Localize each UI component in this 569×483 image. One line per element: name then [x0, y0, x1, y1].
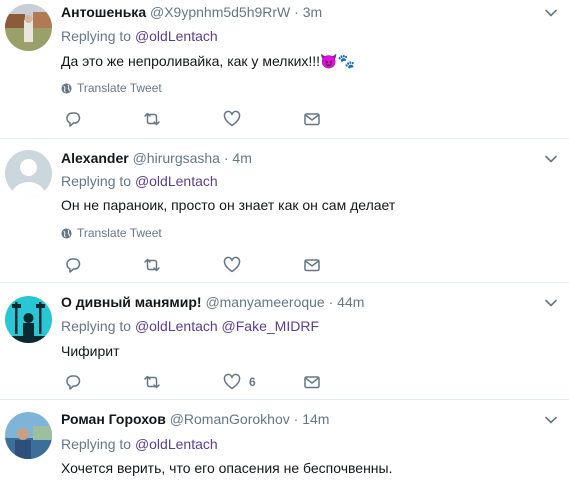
translate-link[interactable]: Translate Tweet: [61, 225, 162, 241]
avatar[interactable]: [5, 296, 52, 343]
timestamp[interactable]: 44m: [337, 294, 364, 310]
tweet-header: Роман Горохов @RomanGorokhov · 14m: [61, 410, 329, 428]
tweet-text: Он не параноик, просто он знает как он с…: [61, 197, 396, 213]
tweet-header: Антошенька @X9ypnhm5d5h9RrW · 3m: [61, 3, 322, 21]
user-name[interactable]: Роман Горохов: [61, 411, 166, 427]
like-button[interactable]: [223, 109, 249, 129]
globe-icon: [61, 227, 72, 239]
user-handle[interactable]: @hirurgsasha: [133, 150, 220, 166]
retweet-icon: [144, 375, 160, 389]
user-handle[interactable]: @manyameeroque: [205, 294, 324, 310]
user-handle[interactable]: @X9ypnhm5d5h9RrW: [150, 4, 290, 20]
retweet-icon: [144, 112, 160, 126]
tweet[interactable]: О дивный манямир! @manyameeroque · 44m R…: [0, 283, 569, 400]
tweet-text: Да это же непроливайка, как у мелких!!!😈…: [61, 53, 355, 69]
replying-to: Replying to @oldLentach: [61, 435, 218, 453]
direct-message-button[interactable]: [303, 255, 321, 275]
reply-icon: [66, 375, 81, 390]
replying-label: Replying to: [61, 173, 132, 189]
replying-label: Replying to: [61, 436, 132, 452]
tweet-actions: [61, 255, 341, 275]
separator-dot: ·: [294, 4, 299, 20]
retweet-button[interactable]: [143, 255, 161, 275]
reply-button[interactable]: [64, 372, 82, 392]
user-name[interactable]: Антошенька: [61, 4, 146, 20]
translate-label: Translate Tweet: [77, 226, 162, 240]
replying-to: Replying to @oldLentach: [61, 172, 218, 190]
tweet[interactable]: Alexander @hirurgsasha · 4m Replying to …: [0, 139, 569, 283]
replying-to: Replying to @oldLentach: [61, 27, 218, 45]
replying-to: Replying to @oldLentach @Fake_MIDRF: [61, 317, 319, 335]
retweet-button[interactable]: [143, 109, 161, 129]
like-icon: [223, 256, 241, 273]
message-icon: [304, 376, 320, 389]
reply-icon: [66, 112, 81, 127]
tweet[interactable]: Антошенька @X9ypnhm5d5h9RrW · 3m Replyin…: [0, 0, 569, 139]
translate-label: Translate Tweet: [77, 81, 162, 95]
like-button[interactable]: 6: [223, 372, 256, 392]
tweet-text: Хочется верить, что его опасения не бесп…: [61, 460, 393, 476]
chevron-down-icon[interactable]: [544, 296, 558, 310]
avatar[interactable]: [5, 412, 52, 459]
like-count: 6: [249, 375, 256, 389]
timestamp[interactable]: 4m: [232, 150, 251, 166]
tweet-text: Чифирит: [61, 343, 120, 359]
tweet-header: О дивный манямир! @manyameeroque · 44m: [61, 293, 364, 311]
reply-button[interactable]: [64, 109, 82, 129]
mention-link[interactable]: @oldLentach: [135, 173, 218, 189]
direct-message-button[interactable]: [303, 372, 321, 392]
chevron-down-icon[interactable]: [544, 413, 558, 427]
direct-message-button[interactable]: [303, 109, 321, 129]
chevron-down-icon[interactable]: [544, 152, 558, 166]
tweet[interactable]: Роман Горохов @RomanGorokhov · 14m Reply…: [0, 400, 569, 483]
user-handle[interactable]: @RomanGorokhov: [170, 411, 290, 427]
user-name[interactable]: О дивный манямир!: [61, 294, 202, 310]
like-icon: [223, 373, 241, 390]
chevron-down-icon[interactable]: [544, 6, 558, 20]
user-name[interactable]: Alexander: [61, 150, 129, 166]
replying-label: Replying to: [61, 28, 132, 44]
separator-dot: ·: [328, 294, 334, 310]
retweet-icon: [144, 258, 160, 272]
like-icon: [223, 110, 241, 127]
like-button[interactable]: [223, 255, 249, 275]
translate-link[interactable]: Translate Tweet: [61, 80, 162, 96]
avatar[interactable]: [5, 4, 52, 51]
timestamp[interactable]: 3m: [303, 4, 322, 20]
separator-dot: ·: [223, 150, 229, 166]
reply-icon: [66, 258, 81, 273]
avatar[interactable]: [5, 150, 52, 197]
retweet-button[interactable]: [143, 372, 161, 392]
reply-button[interactable]: [64, 255, 82, 275]
mention-link[interactable]: @oldLentach: [135, 436, 218, 452]
tweet-actions: [61, 109, 341, 129]
mention-link[interactable]: @oldLentach: [135, 318, 218, 334]
message-icon: [304, 259, 320, 272]
timestamp[interactable]: 14m: [302, 411, 329, 427]
tweet-header: Alexander @hirurgsasha · 4m: [61, 149, 252, 167]
globe-icon: [61, 82, 72, 94]
mention-link[interactable]: @oldLentach: [135, 28, 218, 44]
separator-dot: ·: [293, 411, 299, 427]
replying-label: Replying to: [61, 318, 132, 334]
mention-link[interactable]: @Fake_MIDRF: [222, 318, 319, 334]
tweet-actions: 6: [61, 372, 341, 392]
message-icon: [304, 113, 320, 126]
